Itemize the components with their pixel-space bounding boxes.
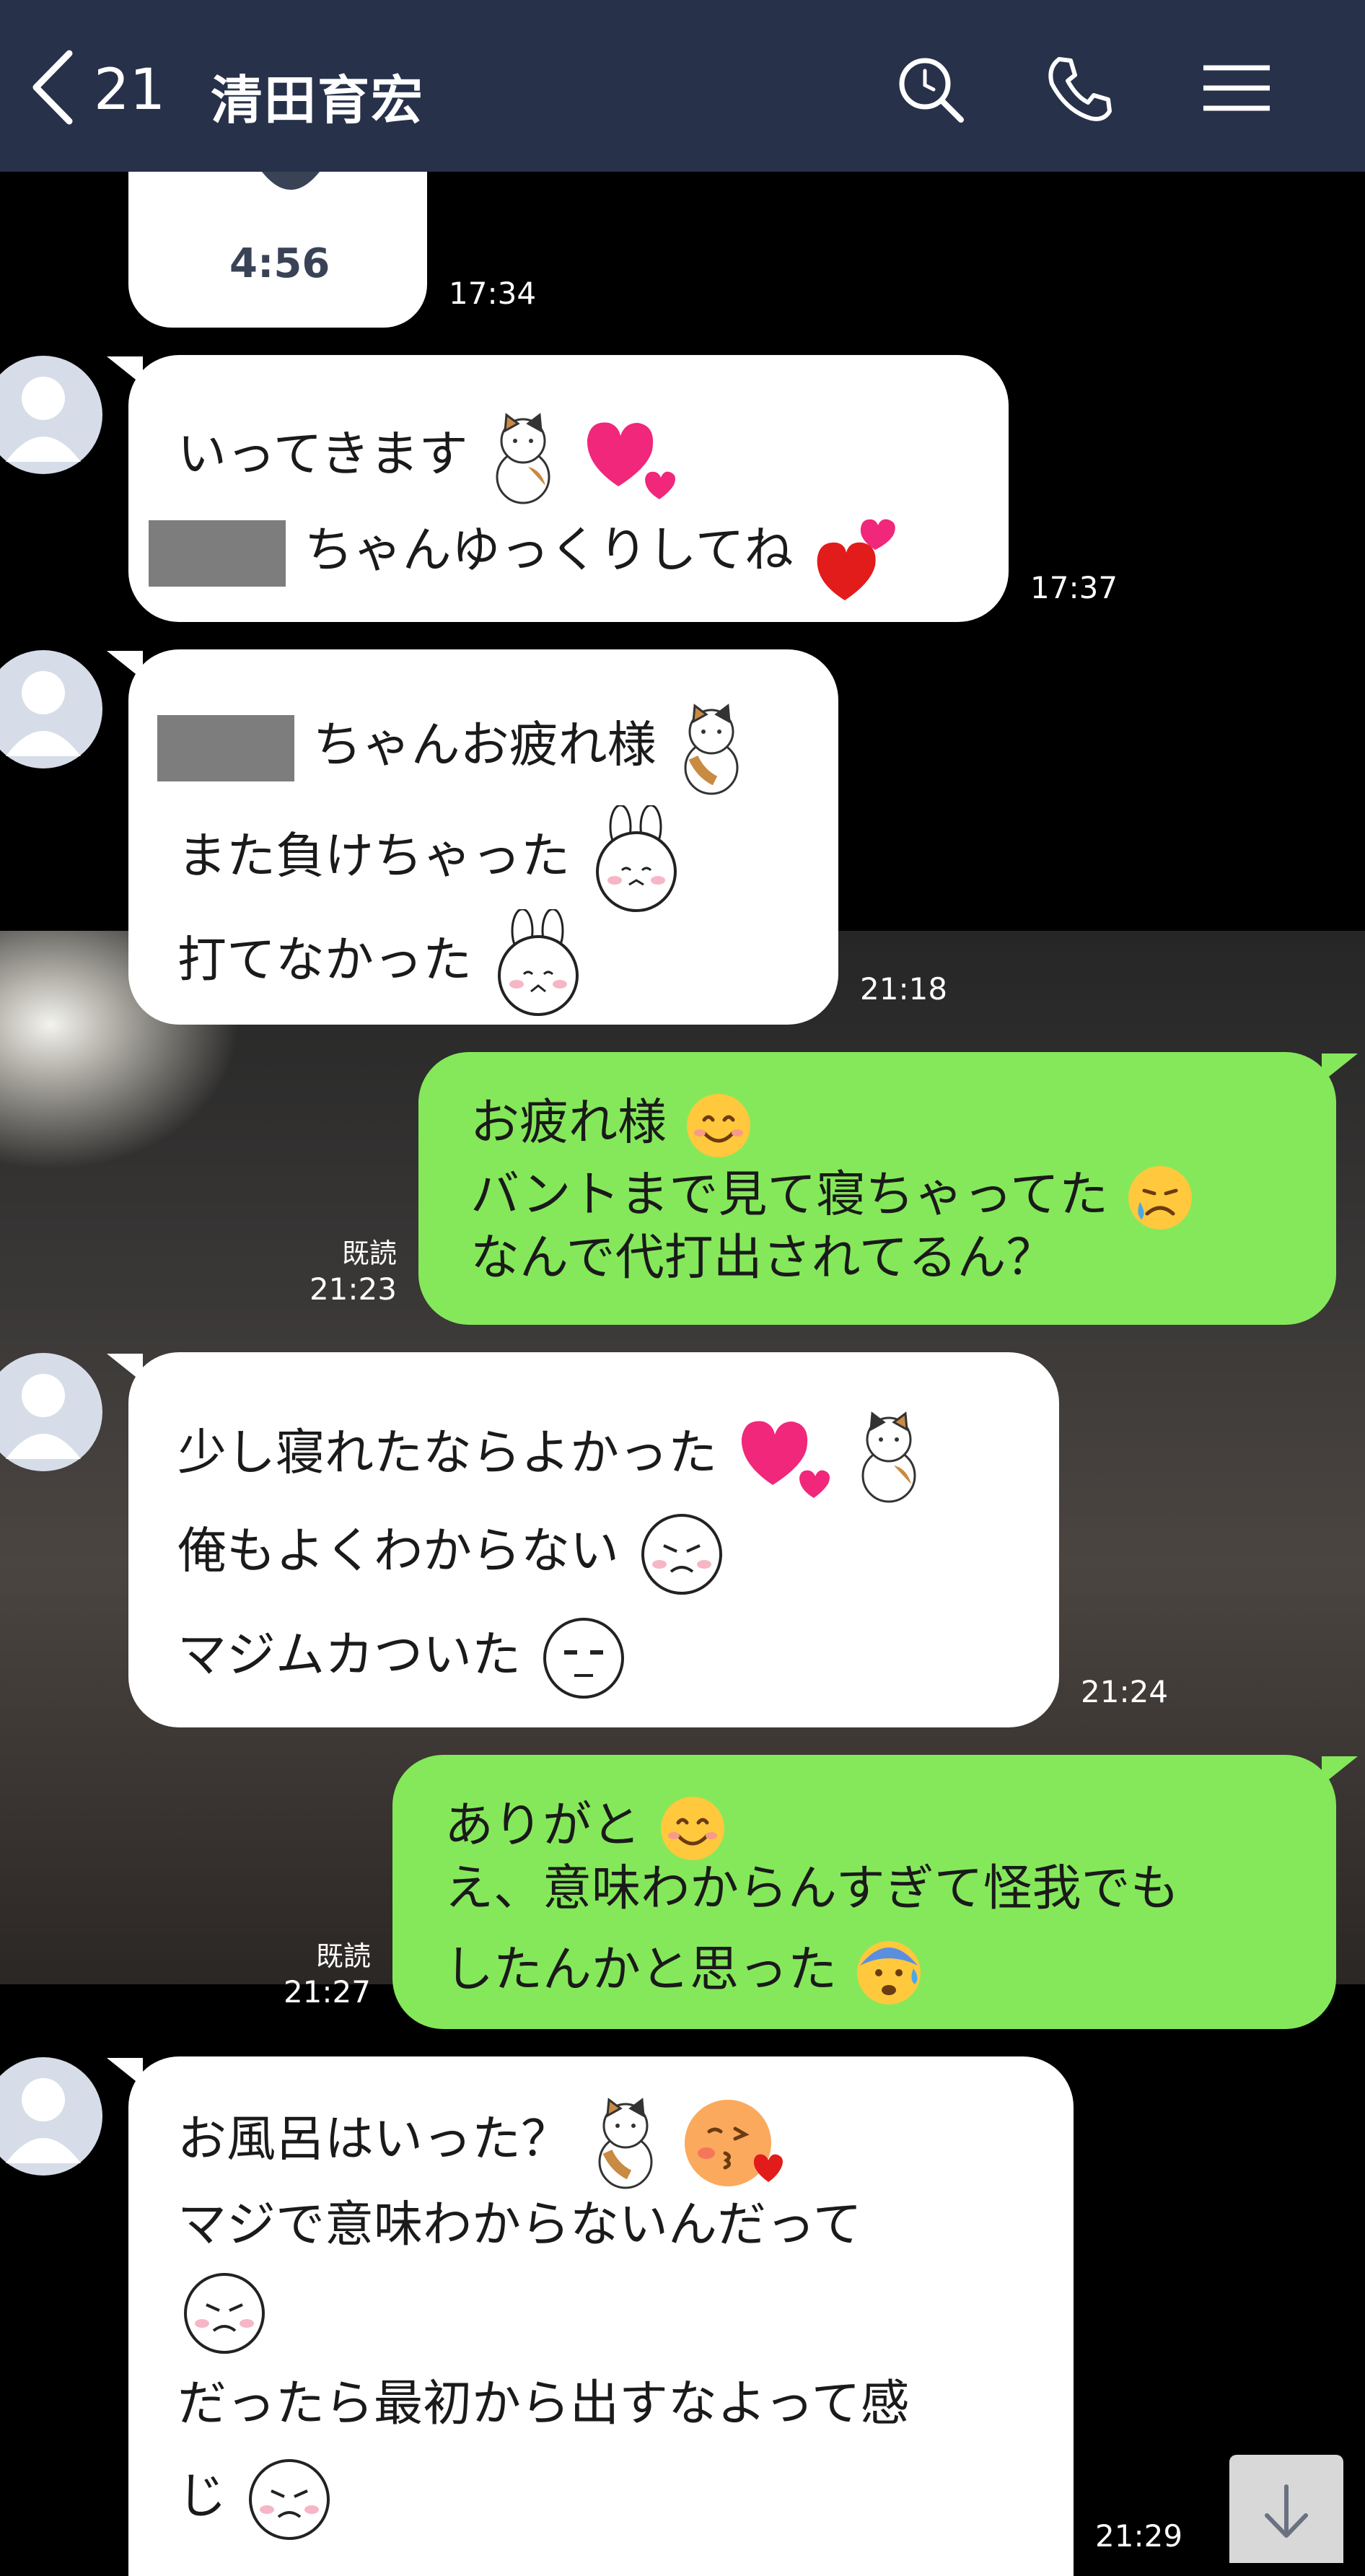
voice-duration: 4:56 [229,240,330,287]
message-text: 打てなかった [177,932,473,989]
message-text: 少し寝れたならよかった [177,1424,718,1482]
outgoing-message-bubble[interactable]: お疲れ様 バントまで見て寝ちゃってた なんで代打出されてるん？ [418,1052,1336,1325]
message-text: マジで意味わからないんだって [177,2196,862,2253]
smiling-face-icon [660,1797,724,1860]
message-time: 17:37 [1030,570,1118,605]
back-arrow-icon[interactable] [27,48,78,127]
angry-face-icon [184,2273,265,2354]
crying-bunny-icon [497,909,579,1016]
read-receipt: 既読 [315,1940,371,1972]
kiss-face-icon [685,2100,784,2186]
annoyed-face-icon [543,1618,624,1699]
message-time: 21:29 [1095,2518,1183,2554]
contact-name: 清田育宏 [211,70,425,131]
cat-emoji-icon [598,2098,653,2189]
chat-header: 21 清田育宏 [0,0,1365,172]
pink-hearts-icon [587,422,675,499]
message-text: ありがと [444,1797,641,1854]
message-time: 21:24 [1081,1674,1169,1709]
message-text: お風呂はいった？ [177,2111,571,2168]
message-text: また負けちゃった [177,828,571,885]
message-text: じ [177,2468,227,2525]
outgoing-message-bubble[interactable]: ありがと え、意味わからんすぎて怪我でも したんかと思った [392,1755,1336,2029]
arrow-down-icon [1265,2484,1308,2538]
incoming-message-bubble[interactable]: お風呂はいった？ マジで意味わからないんだって だったら最初から出すなよって感 … [128,2056,1074,2576]
unread-count[interactable]: 21 [94,58,165,123]
avatar[interactable] [0,648,108,771]
bubble-tail [1322,1756,1358,1785]
message-time: 21:23 [309,1271,397,1307]
play-icon [262,172,320,190]
message-time: 21:27 [283,1974,371,2010]
message-text: マジムカついた [177,1626,522,1684]
search-icon[interactable] [893,52,965,124]
voice-message-bubble[interactable]: 4:56 [128,172,427,328]
incoming-message-bubble[interactable]: ちゃんお疲れ様 また負けちゃった 打てなかった [128,649,838,1025]
message-text: お疲れ様 [470,1094,667,1152]
message-text: え、意味わからんすぎて怪我でも [444,1860,1180,1917]
message-time: 21:18 [860,971,948,1007]
sad-face-icon [1128,1166,1192,1230]
incoming-message-bubble[interactable]: 少し寝れたならよかった 俺もよくわからない マジムカついた [128,1352,1059,1727]
message-text: なんで代打出されてるん？ [470,1230,1055,1287]
cat-emoji-icon [684,704,739,795]
smiling-face-icon [686,1094,750,1157]
message-text: したんかと思った [444,1941,838,1999]
read-receipt: 既読 [341,1237,397,1269]
redacted-name [149,520,286,587]
scroll-to-bottom-button[interactable] [1229,2455,1343,2563]
message-text: バントまで見て寝ちゃってた [470,1166,1109,1224]
menu-icon[interactable] [1201,52,1273,124]
phone-icon[interactable] [1043,52,1115,124]
avatar[interactable] [0,354,108,476]
crying-bunny-icon [595,805,677,912]
message-text: いってきます [177,426,468,483]
message-text: 俺もよくわからない [177,1523,620,1580]
cat-emoji-icon [496,413,550,504]
redacted-name [157,715,294,781]
bubble-tail [1322,1053,1358,1082]
avatar[interactable] [0,2055,108,2178]
anxious-face-icon [856,1941,921,2005]
incoming-message-bubble[interactable]: いってきます ちゃんゆっくりしてね [128,355,1009,622]
message-text: だったら最初から出すなよって感 [177,2375,910,2432]
message-text: ちゃんゆっくりしてね [304,522,794,579]
avatar[interactable] [0,1351,108,1473]
message-time: 17:34 [449,276,537,311]
red-hearts-icon [817,519,896,600]
angry-face-icon [641,1514,722,1595]
angry-face-icon [248,2459,330,2540]
pink-hearts-icon [741,1421,830,1498]
message-text: ちゃんお疲れ様 [312,717,657,774]
cat-emoji-icon [861,1411,916,1503]
